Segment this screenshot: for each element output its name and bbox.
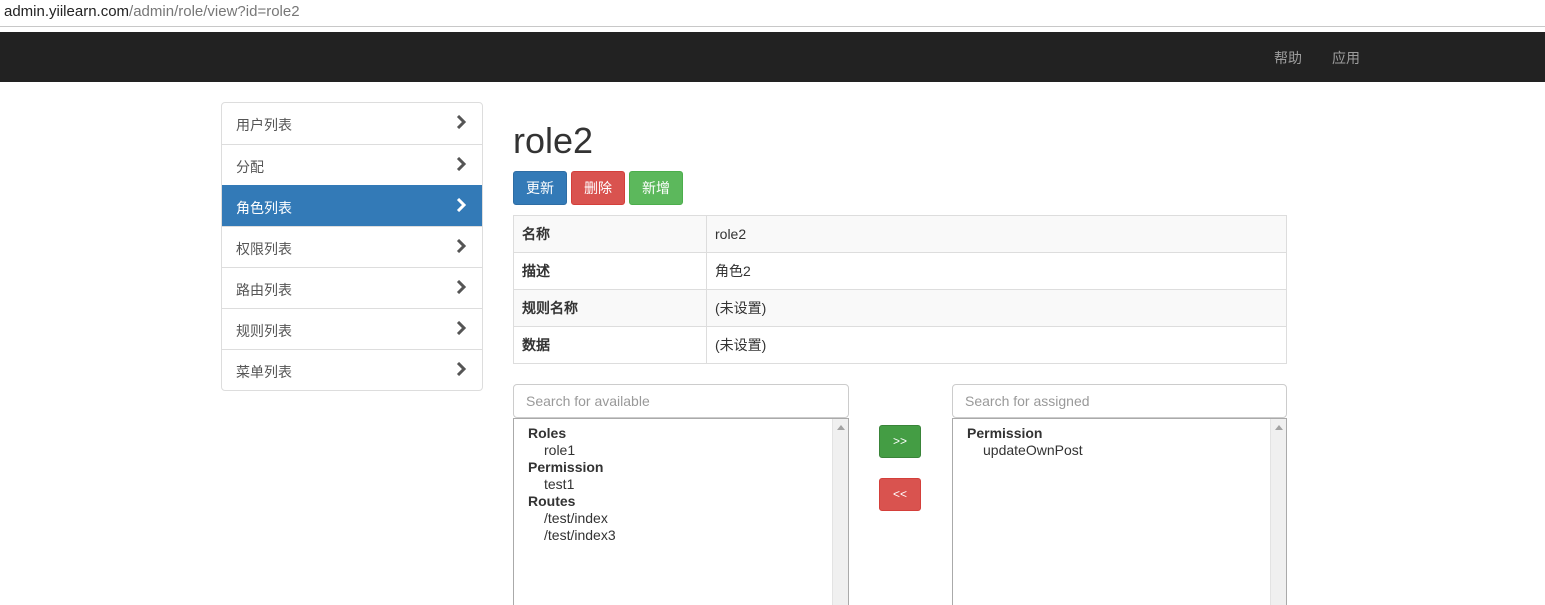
url-host: admin.yiilearn.com — [4, 3, 130, 20]
top-navbar: 帮助 应用 — [0, 32, 1545, 82]
sidebar-item-label: 权限列表 — [236, 241, 292, 257]
table-row: 规则名称 (未设置) — [513, 289, 1287, 327]
unassign-button[interactable]: << — [879, 478, 921, 511]
list-item[interactable]: /test/index3 — [528, 527, 616, 544]
delete-button[interactable]: 删除 — [571, 171, 625, 205]
url-path: /admin/role/view?id=role2 — [129, 3, 300, 20]
nav-help-link[interactable]: 帮助 — [1274, 48, 1302, 68]
chevron-right-icon — [456, 157, 467, 171]
optgroup-label: Permission — [967, 425, 1043, 441]
scrollbar[interactable] — [832, 419, 848, 605]
sidebar-item-roles[interactable]: 角色列表 — [222, 185, 482, 226]
chevron-right-icon — [456, 362, 467, 376]
search-assigned-input[interactable] — [952, 384, 1287, 418]
list-item[interactable]: role1 — [528, 442, 616, 459]
page-title: role2 — [513, 120, 594, 161]
sidebar-item-assignment[interactable]: 分配 — [222, 144, 482, 185]
list-item[interactable]: test1 — [528, 476, 616, 493]
nav-apps-link[interactable]: 应用 — [1332, 48, 1360, 68]
sidebar-item-menus[interactable]: 菜单列表 — [222, 349, 482, 390]
available-listbox[interactable]: Roles role1 Permission test1 Routes /tes… — [513, 418, 849, 605]
url-text: admin.yiilearn.com/admin/role/view?id=ro… — [4, 3, 300, 20]
chevron-right-icon — [456, 198, 467, 212]
optgroup-label: Roles — [528, 425, 567, 441]
detail-key: 数据 — [513, 326, 707, 364]
optgroup-label: Routes — [528, 493, 576, 509]
assign-button[interactable]: >> — [879, 425, 921, 458]
detail-key: 名称 — [513, 215, 707, 253]
list-item[interactable]: /test/index — [528, 510, 616, 527]
table-row: 数据 (未设置) — [513, 326, 1287, 364]
sidebar-item-label: 角色列表 — [236, 200, 292, 216]
chevron-right-icon — [456, 321, 467, 335]
detail-table: 名称 role2 描述 角色2 规则名称 (未设置) 数据 (未设置) — [513, 215, 1287, 364]
chevron-right-icon — [456, 239, 467, 253]
sidebar-item-permissions[interactable]: 权限列表 — [222, 226, 482, 267]
sidebar-item-label: 菜单列表 — [236, 364, 292, 380]
sidebar-item-routes[interactable]: 路由列表 — [222, 267, 482, 308]
scroll-up-arrow-icon[interactable] — [1275, 425, 1283, 430]
detail-value: role2 — [706, 215, 1287, 253]
chevron-right-icon — [456, 115, 467, 129]
detail-key: 规则名称 — [513, 289, 707, 327]
assigned-listbox[interactable]: Permission updateOwnPost — [952, 418, 1287, 605]
detail-value: 角色2 — [706, 252, 1287, 290]
sidebar-item-label: 路由列表 — [236, 282, 292, 298]
table-row: 名称 role2 — [513, 215, 1287, 253]
chevron-right-icon — [456, 280, 467, 294]
sidebar-item-users[interactable]: 用户列表 — [222, 103, 482, 144]
detail-value: (未设置) — [706, 289, 1287, 327]
detail-key: 描述 — [513, 252, 707, 290]
address-bar[interactable]: admin.yiilearn.com/admin/role/view?id=ro… — [0, 0, 1545, 27]
detail-value: (未设置) — [706, 326, 1287, 364]
list-item[interactable]: updateOwnPost — [967, 442, 1083, 459]
sidebar-item-rules[interactable]: 规则列表 — [222, 308, 482, 349]
sidebar-item-label: 分配 — [236, 159, 264, 175]
sidebar-menu: 用户列表 分配 角色列表 权限列表 路由列表 规则列表 菜单列表 — [221, 102, 483, 391]
scrollbar[interactable] — [1270, 419, 1286, 605]
scroll-up-arrow-icon[interactable] — [837, 425, 845, 430]
optgroup-label: Permission — [528, 459, 604, 475]
table-row: 描述 角色2 — [513, 252, 1287, 290]
create-button[interactable]: 新增 — [629, 171, 683, 205]
sidebar-item-label: 规则列表 — [236, 323, 292, 339]
sidebar-item-label: 用户列表 — [236, 117, 292, 133]
search-available-input[interactable] — [513, 384, 849, 418]
update-button[interactable]: 更新 — [513, 171, 567, 205]
